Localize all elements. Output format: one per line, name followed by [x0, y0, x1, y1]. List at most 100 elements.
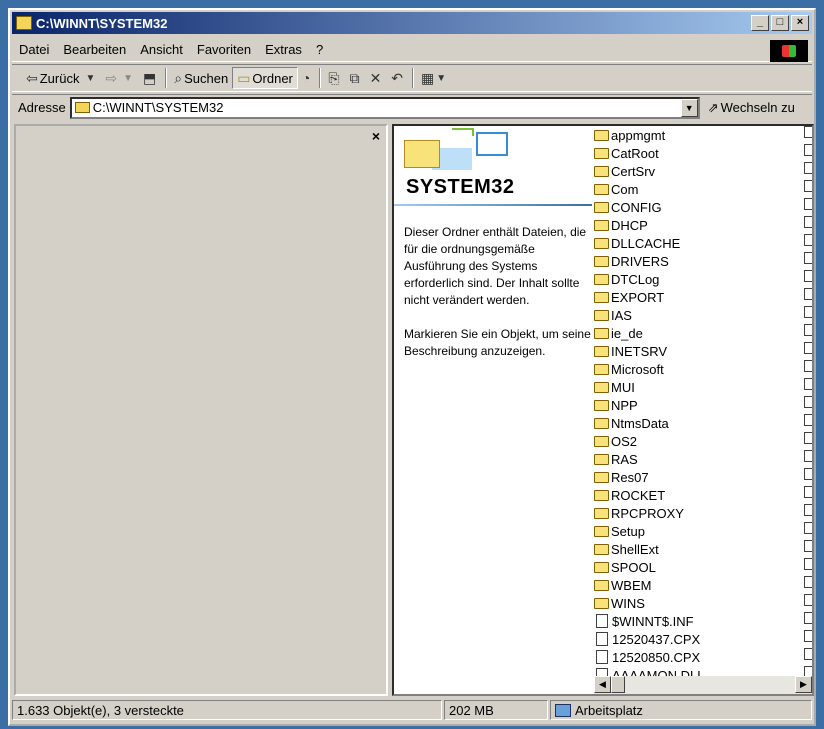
file-item[interactable]: Com [594, 180, 802, 198]
file-item[interactable]: DLLCACHE [594, 234, 802, 252]
menu-bar: Datei Bearbeiten Ansicht Favoriten Extra… [12, 38, 812, 62]
folder-icon [594, 435, 609, 447]
file-icon [804, 612, 812, 624]
status-bar: 1.633 Objekt(e), 3 versteckte 202 MB Arb… [12, 700, 812, 722]
status-location: Arbeitsplatz [550, 700, 812, 720]
title-bar[interactable]: C:\WINNT\SYSTEM32 _ □ × [12, 12, 812, 34]
file-item[interactable]: DTCLog [594, 270, 802, 288]
forward-arrow-icon: ⇨ [105, 69, 118, 86]
chevron-down-icon[interactable]: ▼ [436, 73, 446, 84]
file-icon [596, 650, 608, 664]
move-to-button[interactable]: ⎘ [324, 67, 345, 89]
folder-icon [594, 291, 609, 303]
views-button[interactable]: ▦ ▼ [417, 67, 452, 89]
forward-button[interactable]: ⇨ ▼ [101, 67, 139, 89]
chevron-down-icon[interactable]: ▼ [123, 73, 133, 84]
file-item[interactable]: appmgmt [594, 126, 802, 144]
file-item[interactable]: EXPORT [594, 288, 802, 306]
up-folder-button[interactable]: ⬒ [139, 67, 162, 89]
file-item[interactable]: CatRoot [594, 144, 802, 162]
horizontal-scrollbar[interactable]: ◀ ▶ [594, 676, 812, 694]
chevron-down-icon[interactable]: ▼ [85, 73, 95, 84]
file-icon [804, 378, 812, 390]
undo-icon: ↶ [391, 69, 404, 86]
folder-graphic-icon [404, 140, 440, 168]
file-name: ROCKET [611, 487, 666, 503]
folder-icon [594, 543, 609, 555]
scroll-thumb[interactable] [611, 676, 625, 693]
file-item[interactable]: NtmsData [594, 414, 802, 432]
file-name: 12520850.CPX [612, 649, 701, 665]
folder-icon [594, 525, 609, 537]
file-name: RAS [611, 451, 638, 467]
file-item[interactable]: WBEM [594, 576, 802, 594]
search-label: Suchen [184, 70, 229, 86]
menu-datei[interactable]: Datei [12, 42, 56, 57]
file-icon [804, 126, 812, 138]
file-item[interactable]: INETSRV [594, 342, 802, 360]
file-icon [596, 614, 608, 628]
file-item[interactable]: 12520850.CPX [594, 648, 802, 666]
file-item[interactable]: OS2 [594, 432, 802, 450]
scroll-track[interactable] [625, 676, 795, 694]
toolbar-separator [412, 68, 415, 88]
status-objects: 1.633 Objekt(e), 3 versteckte [12, 700, 442, 720]
undo-button[interactable]: ↶ [387, 67, 409, 89]
file-item[interactable]: RAS [594, 450, 802, 468]
file-name: Microsoft [611, 361, 664, 377]
file-item[interactable]: RPCPROXY [594, 504, 802, 522]
file-name: CONFIG [611, 199, 662, 215]
file-name: ShellExt [611, 541, 659, 557]
scroll-left-button[interactable]: ◀ [594, 676, 611, 693]
history-button[interactable]: ◔ [298, 67, 316, 89]
file-item[interactable]: CONFIG [594, 198, 802, 216]
status-size: 202 MB [444, 700, 548, 720]
up-folder-icon: ⬒ [143, 69, 157, 86]
address-input[interactable]: C:\WINNT\SYSTEM32 ▼ [69, 96, 700, 119]
folder-icon [594, 345, 609, 357]
file-icon [804, 234, 812, 246]
file-item[interactable]: $WINNT$.INF [594, 612, 802, 630]
file-item[interactable]: CertSrv [594, 162, 802, 180]
file-item[interactable]: WINS [594, 594, 802, 612]
folders-button[interactable]: ▭ Ordner [232, 67, 298, 89]
file-item[interactable]: IAS [594, 306, 802, 324]
search-icon: ⌕ [174, 69, 183, 86]
close-pane-icon[interactable]: × [372, 128, 380, 144]
back-button[interactable]: ⇦ Zurück ▼ [22, 67, 101, 89]
folder-heading: SYSTEM32 [406, 176, 515, 198]
file-item[interactable]: DRIVERS [594, 252, 802, 270]
menu-extras[interactable]: Extras [258, 42, 309, 57]
go-button[interactable]: ⇗ Wechseln zu [708, 100, 795, 116]
file-item[interactable]: NPP [594, 396, 802, 414]
file-item[interactable]: ROCKET [594, 486, 802, 504]
menu-ansicht[interactable]: Ansicht [133, 42, 190, 57]
windows-logo-icon [770, 40, 808, 62]
file-item[interactable]: 12520437.CPX [594, 630, 802, 648]
file-icon [804, 558, 812, 570]
menu-bearbeiten[interactable]: Bearbeiten [56, 42, 133, 57]
folder-icon [16, 16, 32, 30]
scroll-right-button[interactable]: ▶ [795, 676, 812, 693]
folder-icon [594, 399, 609, 411]
address-dropdown-button[interactable]: ▼ [680, 98, 698, 117]
file-item[interactable]: Setup [594, 522, 802, 540]
file-item[interactable]: DHCP [594, 216, 802, 234]
menu-help[interactable]: ? [309, 42, 330, 57]
file-item[interactable]: Res07 [594, 468, 802, 486]
search-button[interactable]: ⌕ Suchen [170, 67, 232, 89]
file-item[interactable]: MUI [594, 378, 802, 396]
file-item[interactable]: SPOOL [594, 558, 802, 576]
minimize-button[interactable]: _ [751, 15, 769, 31]
file-item[interactable]: ie_de [594, 324, 802, 342]
file-item[interactable]: Microsoft [594, 360, 802, 378]
file-item[interactable]: ShellExt [594, 540, 802, 558]
copy-to-button[interactable]: ⧉ [346, 67, 366, 89]
delete-button[interactable]: ✕ [366, 67, 388, 89]
close-button[interactable]: × [791, 15, 809, 31]
maximize-button[interactable]: □ [771, 15, 789, 31]
folder-icon [74, 102, 90, 113]
menu-favoriten[interactable]: Favoriten [190, 42, 258, 57]
file-name: $WINNT$.INF [612, 613, 694, 629]
folder-icon [594, 201, 609, 213]
